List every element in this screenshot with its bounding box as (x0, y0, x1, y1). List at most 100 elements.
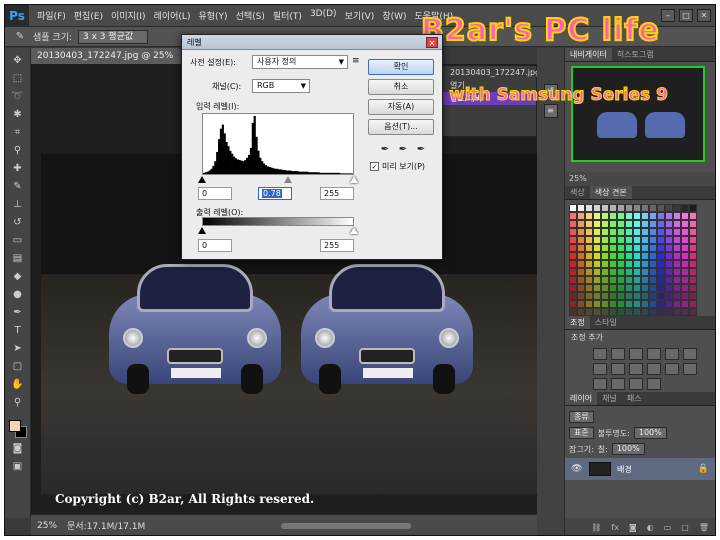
swatch[interactable] (665, 260, 673, 268)
menu-item[interactable]: 3D(D) (310, 9, 337, 22)
swatch[interactable] (633, 300, 641, 308)
swatch[interactable] (665, 300, 673, 308)
preset-select[interactable]: 사용자 정의 ▼ (252, 55, 348, 69)
blur-tool-icon[interactable]: ◆ (11, 270, 25, 284)
swatch[interactable] (633, 212, 641, 220)
tab-adjustments[interactable]: 조정 (565, 316, 590, 329)
swatch[interactable] (633, 260, 641, 268)
swatch[interactable] (681, 300, 689, 308)
history-brush-tool-icon[interactable]: ↺ (11, 216, 25, 230)
swatch[interactable] (609, 252, 617, 260)
swatch[interactable] (641, 244, 649, 252)
swatch[interactable] (617, 212, 625, 220)
menu-item[interactable]: 필터(T) (273, 9, 302, 22)
swatch[interactable] (577, 276, 585, 284)
swatch[interactable] (577, 260, 585, 268)
swatch[interactable] (593, 204, 601, 212)
healing-tool-icon[interactable]: ✚ (11, 162, 25, 176)
swatch[interactable] (609, 276, 617, 284)
swatch[interactable] (689, 292, 697, 300)
swatch[interactable] (665, 220, 673, 228)
menu-item[interactable]: 창(W) (382, 9, 406, 22)
swatch[interactable] (593, 212, 601, 220)
swatch[interactable] (649, 228, 657, 236)
document-info[interactable]: 문서:17.1M/17.1M (67, 519, 145, 532)
menu-item[interactable]: 선택(S) (236, 9, 265, 22)
swatch[interactable] (625, 292, 633, 300)
swatch[interactable] (673, 300, 681, 308)
swatch[interactable] (641, 252, 649, 260)
foreground-color[interactable] (8, 420, 21, 432)
swatch[interactable] (577, 244, 585, 252)
swatch[interactable] (657, 252, 665, 260)
swatch[interactable] (649, 204, 657, 212)
swatch[interactable] (593, 260, 601, 268)
swatch[interactable] (633, 220, 641, 228)
swatch[interactable] (657, 204, 665, 212)
swatch[interactable] (657, 292, 665, 300)
cancel-button[interactable]: 취소 (368, 79, 434, 95)
swatch[interactable] (577, 252, 585, 260)
swatch[interactable] (681, 252, 689, 260)
swatch[interactable] (617, 292, 625, 300)
swatch[interactable] (681, 292, 689, 300)
swatch[interactable] (665, 308, 673, 316)
swatch[interactable] (585, 292, 593, 300)
swatch[interactable] (593, 220, 601, 228)
swatch[interactable] (641, 284, 649, 292)
swatch[interactable] (625, 220, 633, 228)
swatch[interactable] (641, 268, 649, 276)
input-gamma-field[interactable]: 0.78 (258, 187, 292, 200)
adjustment-icon[interactable] (665, 348, 679, 360)
swatch[interactable] (609, 308, 617, 316)
screen-mode-icon[interactable]: ▣ (11, 460, 25, 474)
swatch[interactable] (593, 308, 601, 316)
swatch[interactable] (601, 308, 609, 316)
black-point-handle[interactable] (198, 176, 206, 183)
swatch[interactable] (601, 244, 609, 252)
swatch[interactable] (689, 212, 697, 220)
swatch[interactable] (649, 260, 657, 268)
swatch[interactable] (633, 308, 641, 316)
swatch[interactable] (625, 228, 633, 236)
swatch[interactable] (569, 220, 577, 228)
color-swatch-fg-bg[interactable] (8, 420, 27, 438)
swatch[interactable] (625, 236, 633, 244)
swatch[interactable] (601, 228, 609, 236)
swatch[interactable] (673, 236, 681, 244)
swatch[interactable] (569, 236, 577, 244)
swatch[interactable] (593, 252, 601, 260)
swatch[interactable] (681, 260, 689, 268)
hand-tool-icon[interactable]: ✋ (11, 378, 25, 392)
swatch[interactable] (577, 212, 585, 220)
swatch[interactable] (625, 260, 633, 268)
new-group-icon[interactable]: ▭ (664, 523, 672, 532)
options-button[interactable]: 옵션(T)... (368, 119, 434, 135)
layer-row-background[interactable]: 👁 배경 🔒 (565, 458, 715, 480)
fx-icon[interactable]: fx (611, 523, 619, 532)
swatch[interactable] (641, 228, 649, 236)
swatch[interactable] (657, 212, 665, 220)
swatch[interactable] (649, 252, 657, 260)
swatch[interactable] (601, 236, 609, 244)
swatch[interactable] (617, 260, 625, 268)
swatch[interactable] (617, 268, 625, 276)
swatch[interactable] (681, 244, 689, 252)
swatch[interactable] (673, 260, 681, 268)
swatch[interactable] (569, 276, 577, 284)
swatch[interactable] (689, 284, 697, 292)
swatch[interactable] (633, 228, 641, 236)
swatch[interactable] (673, 284, 681, 292)
menu-item[interactable]: 보기(V) (345, 9, 375, 22)
output-white-handle[interactable] (350, 227, 358, 234)
swatch[interactable] (577, 204, 585, 212)
swatch[interactable] (617, 228, 625, 236)
swatch-grid[interactable] (569, 204, 697, 316)
swatch[interactable] (577, 300, 585, 308)
adjustment-icon[interactable] (593, 363, 607, 375)
maximize-button[interactable]: □ (679, 9, 693, 22)
swatch[interactable] (609, 236, 617, 244)
swatch[interactable] (641, 308, 649, 316)
swatch[interactable] (633, 204, 641, 212)
quick-mask-icon[interactable]: ◙ (11, 442, 25, 456)
